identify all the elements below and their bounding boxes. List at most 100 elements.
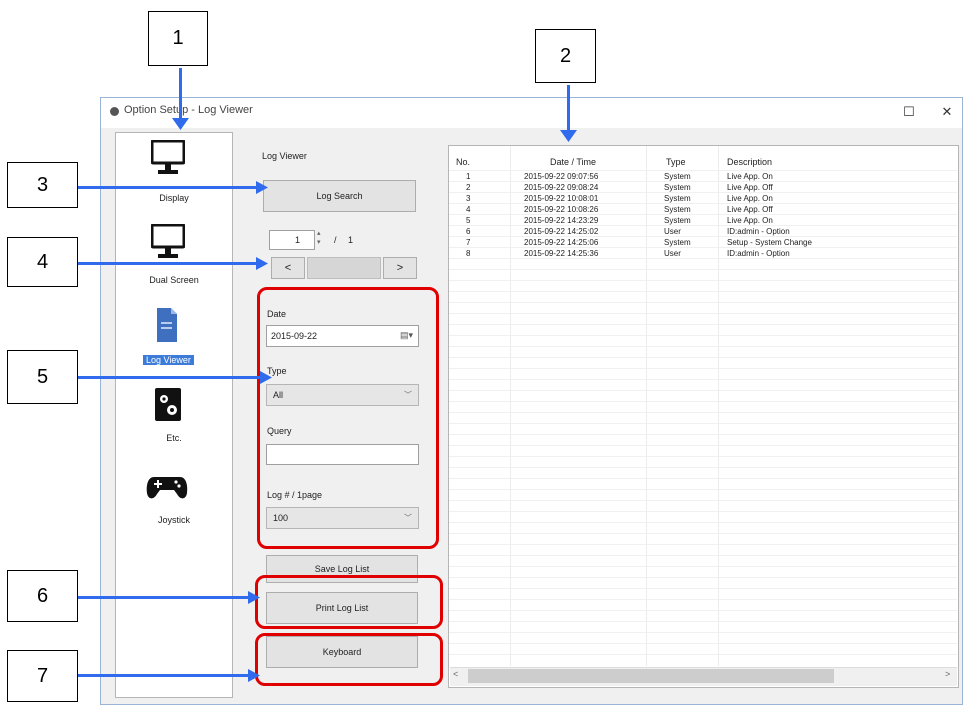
monitor-icon bbox=[150, 139, 186, 174]
cell-no: 6 bbox=[466, 227, 471, 236]
sidebar-item-label[interactable]: Dual Screen bbox=[124, 275, 224, 285]
scroll-left-button[interactable]: < bbox=[453, 669, 458, 679]
sidebar-item-label[interactable]: Joystick bbox=[124, 515, 224, 525]
grid-line bbox=[449, 478, 957, 479]
callout-7: 7 bbox=[7, 650, 78, 702]
sidebar-item-display[interactable] bbox=[150, 139, 186, 183]
document-icon bbox=[157, 308, 177, 342]
arrow-head bbox=[256, 257, 268, 270]
callout-6: 6 bbox=[7, 570, 78, 622]
pointer-3 bbox=[78, 186, 258, 189]
grid-line bbox=[449, 489, 957, 490]
sidebar-item-label[interactable]: Display bbox=[124, 193, 224, 203]
column-header-type[interactable]: Type bbox=[666, 157, 686, 167]
grid-line bbox=[449, 269, 957, 270]
grid-line bbox=[449, 346, 957, 347]
cell-datetime: 2015-09-22 09:07:56 bbox=[524, 172, 599, 181]
grid-line bbox=[449, 324, 957, 325]
cell-description: Live App. On bbox=[727, 194, 773, 203]
next-page-button[interactable]: > bbox=[383, 257, 417, 279]
sidebar-item-dual-screen[interactable] bbox=[150, 223, 186, 267]
grid-line bbox=[449, 544, 957, 545]
cell-datetime: 2015-09-22 14:25:36 bbox=[524, 249, 599, 258]
arrow-head bbox=[256, 181, 268, 194]
grid-line bbox=[449, 390, 957, 391]
cell-no: 4 bbox=[466, 205, 471, 214]
page-spinner[interactable]: ▴ ▾ bbox=[317, 229, 321, 247]
callout-5: 5 bbox=[7, 350, 78, 404]
cell-type: System bbox=[664, 183, 691, 192]
cell-no: 5 bbox=[466, 216, 471, 225]
maximize-button[interactable]: ☐ bbox=[899, 104, 919, 120]
grid-line bbox=[449, 313, 957, 314]
grid-line bbox=[449, 511, 957, 512]
page-separator: / bbox=[334, 235, 337, 245]
gamepad-icon bbox=[146, 477, 188, 499]
callout-1: 1 bbox=[148, 11, 208, 66]
grid-line bbox=[449, 610, 957, 611]
column-header-description[interactable]: Description bbox=[727, 157, 772, 167]
cell-description: Live App. Off bbox=[727, 183, 773, 192]
page-current: 1 bbox=[294, 235, 300, 245]
cell-datetime: 2015-09-22 10:08:26 bbox=[524, 205, 599, 214]
cell-datetime: 2015-09-22 09:08:24 bbox=[524, 183, 599, 192]
cell-description: ID:admin - Option bbox=[727, 249, 790, 258]
cell-no: 8 bbox=[466, 249, 471, 258]
grid-line bbox=[449, 280, 957, 281]
grid-line bbox=[449, 291, 957, 292]
arrow-head bbox=[260, 371, 272, 384]
pointer-2 bbox=[567, 85, 570, 133]
arrow-head bbox=[248, 669, 260, 682]
page-number-input[interactable]: 1 bbox=[269, 230, 315, 250]
cell-type: System bbox=[664, 238, 691, 247]
cell-description: Live App. On bbox=[727, 216, 773, 225]
pointer-6 bbox=[78, 596, 250, 599]
page-progress-bar bbox=[307, 257, 381, 279]
scroll-right-button[interactable]: > bbox=[945, 669, 950, 679]
sidebar-item-label[interactable]: Etc. bbox=[124, 433, 224, 443]
grid-line bbox=[449, 566, 957, 567]
pointer-1 bbox=[179, 68, 182, 122]
grid-line bbox=[449, 643, 957, 644]
cell-type: System bbox=[664, 216, 691, 225]
page-total: 1 bbox=[348, 235, 354, 245]
arrow-head bbox=[248, 591, 260, 604]
grid-line bbox=[449, 335, 957, 336]
callout-2: 2 bbox=[535, 29, 596, 83]
sidebar-item-joystick[interactable] bbox=[146, 473, 188, 506]
grid-line bbox=[449, 599, 957, 600]
sidebar-item-etc[interactable] bbox=[154, 387, 184, 428]
grid-line bbox=[449, 654, 957, 655]
pointer-4 bbox=[78, 262, 258, 265]
cell-type: User bbox=[664, 227, 681, 236]
cell-datetime: 2015-09-22 10:08:01 bbox=[524, 194, 599, 203]
sidebar-item-label[interactable]: Log Viewer bbox=[143, 355, 194, 365]
app-icon bbox=[110, 107, 119, 116]
grid-line bbox=[449, 522, 957, 523]
cell-datetime: 2015-09-22 14:25:02 bbox=[524, 227, 599, 236]
callout-4: 4 bbox=[7, 237, 78, 287]
grid-line bbox=[449, 401, 957, 402]
sidebar-item-log-viewer[interactable] bbox=[155, 306, 179, 349]
column-header-datetime[interactable]: Date / Time bbox=[550, 157, 596, 167]
grid-line bbox=[449, 368, 957, 369]
grid-line bbox=[449, 379, 957, 380]
log-search-button[interactable]: Log Search bbox=[263, 180, 416, 212]
grid-line bbox=[449, 621, 957, 622]
scrollbar-thumb[interactable] bbox=[468, 669, 834, 683]
monitor-icon bbox=[150, 223, 186, 258]
cell-datetime: 2015-09-22 14:25:06 bbox=[524, 238, 599, 247]
cell-datetime: 2015-09-22 14:23:29 bbox=[524, 216, 599, 225]
prev-page-button[interactable]: < bbox=[271, 257, 305, 279]
arrow-head bbox=[560, 130, 577, 142]
section-label: Log Viewer bbox=[262, 151, 307, 161]
gears-icon bbox=[155, 388, 181, 421]
cell-type: System bbox=[664, 172, 691, 181]
close-button[interactable]: ✕ bbox=[937, 104, 957, 120]
grid-line bbox=[449, 412, 957, 413]
filter-highlight bbox=[257, 287, 439, 549]
column-header-no[interactable]: No. bbox=[456, 157, 470, 167]
cell-no: 1 bbox=[466, 172, 471, 181]
grid-line bbox=[449, 467, 957, 468]
cell-no: 7 bbox=[466, 238, 471, 247]
